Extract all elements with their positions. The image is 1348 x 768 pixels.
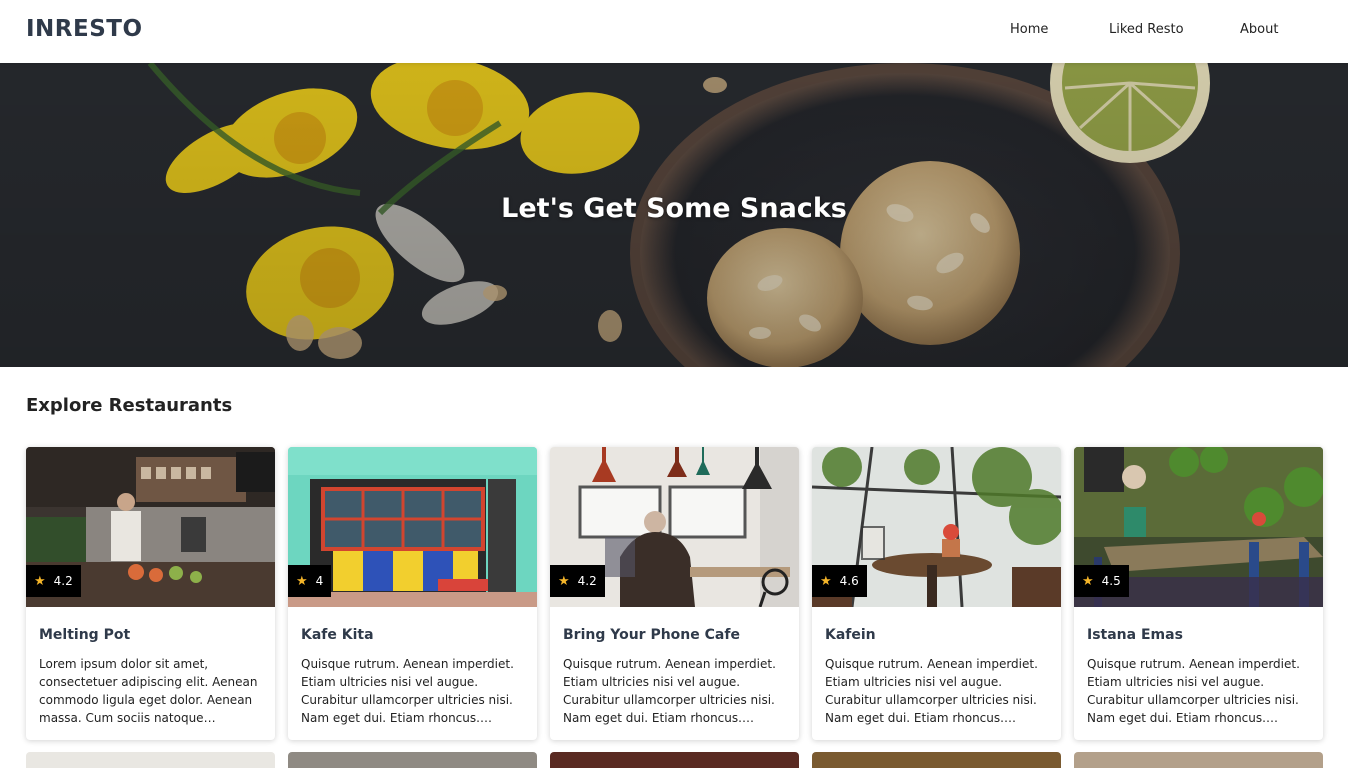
restaurant-description: Quisque rutrum. Aenean imperdiet. Etiam … (563, 657, 776, 725)
star-icon: ★ (820, 573, 832, 589)
restaurant-thumbnail: ★ 4.5 (1074, 447, 1323, 607)
restaurant-card-partial[interactable] (812, 752, 1061, 768)
rating-value: 4.2 (577, 574, 597, 588)
restaurant-thumbnail: ★ 4.2 (550, 447, 799, 607)
restaurant-card-partial[interactable] (26, 752, 275, 768)
restaurant-thumbnail: ★ 4.6 (812, 447, 1061, 607)
star-icon: ★ (558, 573, 570, 589)
restaurant-name[interactable]: Melting Pot (39, 627, 130, 643)
nav-about-link[interactable]: About (1240, 22, 1278, 37)
hero-title: Let's Get Some Snacks (501, 193, 847, 224)
restaurant-name[interactable]: Kafe Kita (301, 627, 374, 643)
restaurant-name[interactable]: Kafein (825, 627, 876, 643)
explore-restaurants-heading: Explore Restaurants (26, 395, 233, 416)
star-icon: ★ (296, 573, 308, 589)
restaurant-card[interactable]: ★ 4.5 Istana Emas Quisque rutrum. Aenean… (1074, 447, 1323, 740)
rating-value: 4.5 (1101, 574, 1121, 588)
rating-badge: ★ 4.5 (1074, 565, 1129, 597)
brand-logo[interactable]: INRESTO (26, 16, 143, 42)
restaurant-name[interactable]: Istana Emas (1087, 627, 1183, 643)
restaurant-card[interactable]: ★ 4.2 Melting Pot Lorem ipsum dolor sit … (26, 447, 275, 740)
restaurant-card[interactable]: ★ 4.2 Bring Your Phone Cafe Quisque rutr… (550, 447, 799, 740)
restaurant-thumbnail: ★ 4 (288, 447, 537, 607)
star-icon: ★ (34, 573, 46, 589)
nav-liked-resto-link[interactable]: Liked Resto (1109, 22, 1184, 37)
restaurant-description: Quisque rutrum. Aenean imperdiet. Etiam … (301, 657, 514, 725)
star-icon: ★ (1082, 573, 1094, 589)
rating-badge: ★ 4.6 (812, 565, 867, 597)
restaurant-card[interactable]: ★ 4.6 Kafein Quisque rutrum. Aenean impe… (812, 447, 1061, 740)
restaurant-description: Lorem ipsum dolor sit amet, consectetuer… (39, 657, 258, 725)
restaurant-thumbnail: ★ 4.2 (26, 447, 275, 607)
restaurant-card-partial[interactable] (550, 752, 799, 768)
restaurant-card-partial[interactable] (1074, 752, 1323, 768)
restaurant-card[interactable]: ★ 4 Kafe Kita Quisque rutrum. Aenean imp… (288, 447, 537, 740)
rating-value: 4 (315, 574, 324, 588)
restaurant-description: Quisque rutrum. Aenean imperdiet. Etiam … (825, 657, 1038, 725)
rating-value: 4.2 (53, 574, 73, 588)
navbar: INRESTO Home Liked Resto About (0, 0, 1348, 63)
restaurant-card-partial[interactable] (288, 752, 537, 768)
nav-home-link[interactable]: Home (1010, 22, 1048, 37)
hero-banner: Let's Get Some Snacks (0, 63, 1348, 367)
restaurant-name[interactable]: Bring Your Phone Cafe (563, 627, 740, 643)
rating-badge: ★ 4.2 (26, 565, 81, 597)
rating-value: 4.6 (839, 574, 859, 588)
restaurant-description: Quisque rutrum. Aenean imperdiet. Etiam … (1087, 657, 1300, 725)
rating-badge: ★ 4.2 (550, 565, 605, 597)
rating-badge: ★ 4 (288, 565, 332, 597)
